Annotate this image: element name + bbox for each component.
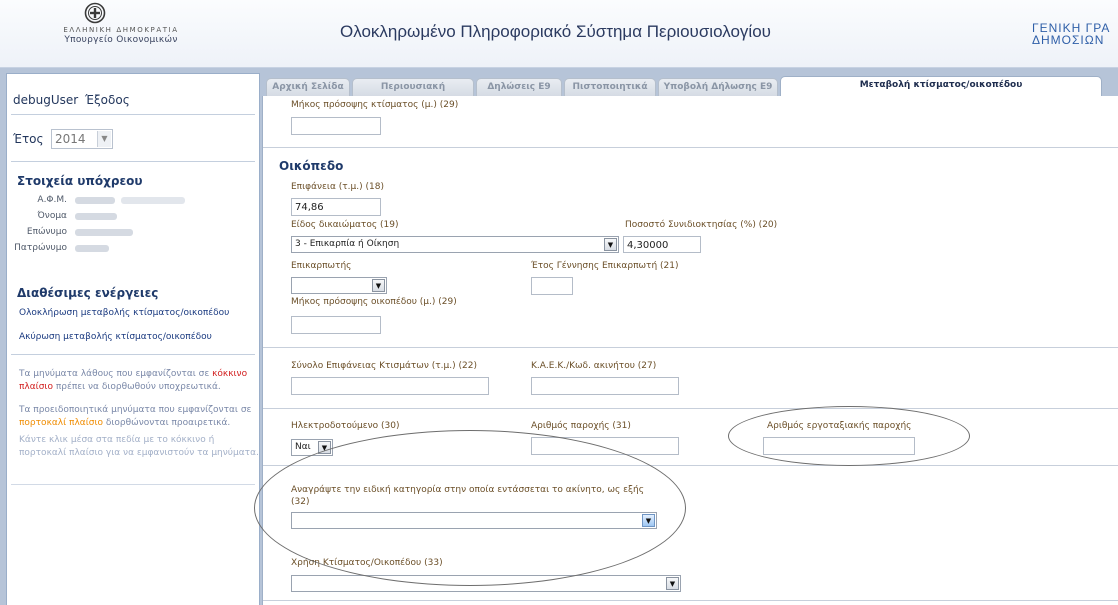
- supply-number-label: Αριθμός παροχής (31): [531, 421, 631, 431]
- first-name-label: Όνομα: [37, 211, 67, 221]
- divider: [263, 147, 1118, 148]
- coownership-label: Ποσοστό Συνιδιοκτησίας (%) (20): [625, 220, 778, 230]
- app-header: ΕΛΛΗΝΙΚΗ ΔΗΜΟΚΡΑΤΙΑ Υπουργείο Οικονομικώ…: [0, 0, 1118, 68]
- tab-building-plot-change[interactable]: Μεταβολή κτίσματος/οικοπέδου: [780, 76, 1102, 97]
- tab-submit-e9[interactable]: Υποβολή Δήλωσης Ε9: [658, 78, 778, 96]
- area-input[interactable]: 74,86: [291, 198, 381, 216]
- usufructuary-label: Επικαρπωτής: [291, 261, 352, 271]
- afm-extra-redacted: [121, 197, 185, 204]
- complete-change-link[interactable]: Ολοκλήρωση μεταβολής κτίσματος/οικοπέδου: [19, 308, 229, 318]
- father-name-value-redacted: [75, 245, 109, 252]
- first-name-value-redacted: [75, 213, 117, 220]
- year-select-value: 2014: [55, 132, 86, 146]
- coownership-input[interactable]: 4,30000: [623, 236, 701, 253]
- usufructuary-select[interactable]: ▼: [291, 277, 387, 294]
- actions-section-title: Διαθέσιμες ενέργειες: [17, 286, 159, 300]
- total-buildings-area-input[interactable]: [291, 377, 489, 395]
- area-label: Επιφάνεια (τ.μ.) (18): [291, 182, 384, 192]
- right-type-select-value: 3 - Επικαρπία ή Οίκηση: [295, 239, 400, 249]
- year-select[interactable]: 2014 ▼: [51, 129, 113, 149]
- error-message-hint: Τα μηνύματα λάθους που εμφανίζονται σε κ…: [19, 369, 248, 392]
- usufructuary-birth-year-label: Έτος Γέννησης Επικαρπωτή (21): [531, 261, 679, 271]
- divider: [11, 161, 255, 162]
- click-hint: Κάντε κλικ μέσα στα πεδία με το κόκκινο …: [19, 435, 259, 458]
- divider: [263, 347, 1118, 348]
- tab-e9-declarations[interactable]: Δηλώσεις Ε9: [476, 78, 562, 96]
- sidebar: debugUser Έξοδος Έτος 2014 ▼ Στοιχεία υπ…: [6, 73, 260, 605]
- divider: [11, 484, 255, 485]
- greek-emblem-icon: [84, 2, 106, 24]
- last-name-value-redacted: [75, 229, 133, 236]
- building-frontage-input[interactable]: [291, 117, 381, 135]
- divider: [263, 600, 1118, 601]
- chevron-down-icon[interactable]: ▼: [604, 238, 617, 251]
- tab-certificates[interactable]: Πιστοποιητικά: [564, 78, 656, 96]
- plot-frontage-label: Μήκος πρόσοψης οικοπέδου (μ.) (29): [291, 297, 457, 307]
- afm-value-redacted: [75, 197, 115, 204]
- kaek-input[interactable]: [531, 377, 679, 395]
- kaek-label: Κ.Α.Ε.Κ./Κωδ. ακινήτου (27): [531, 361, 657, 371]
- tab-bar: Αρχική Σελίδα Περιουσιακή Κατάσταση Δηλώ…: [262, 76, 1118, 108]
- right-type-label: Είδος δικαιώματος (19): [291, 220, 399, 230]
- electrified-select-value: Ναι: [295, 442, 311, 452]
- plot-section-title: Οικόπεδο: [279, 159, 344, 173]
- emblem-caption-country: ΕΛΛΗΝΙΚΗ ΔΗΜΟΚΡΑΤΙΑ: [63, 26, 179, 34]
- debtor-section-title: Στοιχεία υπόχρεου: [17, 174, 143, 188]
- electrified-label: Ηλεκτροδοτούμενο (30): [291, 421, 400, 431]
- father-name-label: Πατρώνυμο: [14, 243, 67, 253]
- last-name-label: Επώνυμο: [26, 227, 67, 237]
- system-title: Ολοκληρωμένο Πληροφοριακό Σύστημα Περιου…: [340, 22, 771, 41]
- user-info: debugUser Έξοδος: [13, 93, 130, 107]
- organization-title: ΓΕΝΙΚΗ ΓΡΑ ΔΗΜΟΣΙΩΝ: [1032, 21, 1111, 47]
- total-buildings-area-label: Σύνολο Επιφάνειας Κτισμάτων (τ.μ.) (22): [291, 361, 477, 371]
- username: debugUser: [13, 93, 79, 107]
- divider: [263, 408, 1118, 409]
- plot-frontage-input[interactable]: [291, 316, 381, 334]
- divider: [11, 114, 255, 115]
- logout-link[interactable]: Έξοδος: [85, 93, 130, 107]
- highlight-ellipse-special-category: [254, 430, 686, 586]
- year-label: Έτος: [13, 132, 44, 146]
- tab-home[interactable]: Αρχική Σελίδα: [266, 78, 350, 96]
- chevron-down-icon[interactable]: ▼: [97, 131, 111, 147]
- building-frontage-label: Μήκος πρόσοψης κτίσματος (μ.) (29): [291, 100, 459, 110]
- tab-assets[interactable]: Περιουσιακή Κατάσταση: [352, 78, 474, 108]
- emblem-caption-ministry: Υπουργείο Οικονομικών: [64, 35, 178, 45]
- divider: [11, 354, 255, 355]
- chevron-down-icon[interactable]: ▼: [372, 279, 385, 292]
- usufructuary-birth-year-input[interactable]: [531, 277, 573, 295]
- afm-label: Α.Φ.Μ.: [37, 195, 67, 205]
- chevron-down-icon[interactable]: ▼: [666, 577, 679, 590]
- highlight-ellipse-construction-supply: [728, 406, 970, 466]
- warning-message-hint: Τα προειδοποιητικά μηνύματα που εμφανίζο…: [19, 405, 252, 428]
- cancel-change-link[interactable]: Ακύρωση μεταβολής κτίσματος/οικοπέδου: [19, 332, 212, 342]
- right-type-select[interactable]: 3 - Επικαρπία ή Οίκηση ▼: [291, 236, 619, 253]
